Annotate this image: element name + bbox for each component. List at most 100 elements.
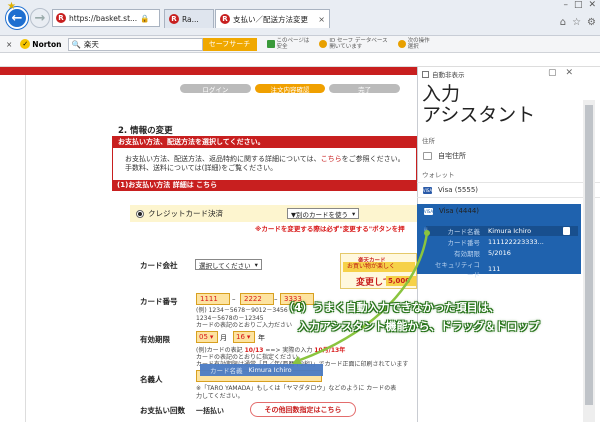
norton-toolbar: × ✓ Norton 🔍 楽天 セーフサーチ このページは 安全 ID セーフ デ… <box>0 36 600 53</box>
tab-rakuten[interactable]: R Ra... <box>164 9 214 28</box>
card-field-key: 有効期限 <box>454 250 480 258</box>
card-field-row[interactable]: セキュリティコード 111 <box>426 259 578 279</box>
card-field-value: 5/2016 <box>488 249 511 257</box>
step-confirm: 注文内容確認 <box>254 84 326 94</box>
norton-search-input[interactable]: 🔍 楽天 <box>67 37 203 51</box>
gear-icon[interactable]: ⚙ <box>587 17 596 28</box>
visa-4444-header: VISA Visa (4444) <box>424 207 479 215</box>
expiry-month-select[interactable]: 05 ▾ <box>196 331 218 343</box>
next-action-icon <box>397 40 406 48</box>
annotation-line2: 入力アシスタント機能から、ドラッグ＆ドロップ <box>298 320 540 333</box>
panel-title-line2: アシスタント <box>422 104 536 126</box>
chevron-down-icon: ▾ <box>209 333 214 341</box>
info-text-a: お支払い方法、配送方法、返品特約に関する詳細については、 <box>125 155 321 163</box>
panel-controls: ▢ ✕ <box>548 68 573 78</box>
norton-next-action[interactable]: 次の操作 選択 <box>397 38 430 50</box>
safe-search-button[interactable]: セーフサーチ <box>202 37 257 51</box>
card-field-value: 111122223333... <box>488 238 544 246</box>
payment-count-label: お支払い回数 <box>140 406 185 415</box>
cardholder-name-label: 名義人 <box>140 375 163 384</box>
norton-safe-status[interactable]: このページは 安全 <box>266 38 309 50</box>
norton-logo: ✓ Norton <box>20 39 62 49</box>
page-header-bar <box>0 67 417 75</box>
annotation-line1: （4）うまく自動入力できなかった項目は、 <box>283 301 500 314</box>
card-field-row[interactable]: カード名義 Kimura Ichiro <box>426 226 578 236</box>
other-installments-button[interactable]: その他回数指定はこちら <box>250 402 356 417</box>
norton-brand: Norton <box>32 39 62 49</box>
tab-close-icon[interactable]: × <box>318 15 325 24</box>
minimize-button[interactable]: – <box>563 0 568 10</box>
payment-info-header: お支払い方法、配送方法を選択してください。 <box>113 137 417 148</box>
norton-close-icon[interactable]: × <box>6 40 12 49</box>
name-hint-2: 力してください。 <box>196 393 244 400</box>
step-login: ログイン <box>180 84 251 94</box>
card-field-row[interactable]: 有効期限 5/2016 <box>426 248 578 258</box>
forward-button[interactable]: → <box>30 8 50 28</box>
payment-method-header: (1)お支払い方法 詳細は こちら <box>112 180 417 191</box>
panel-item-visa-5555[interactable]: VISA Visa (5555) <box>417 182 600 198</box>
card-number-field-1[interactable]: 1111 <box>196 293 230 305</box>
close-window-button[interactable]: ✕ <box>588 0 596 10</box>
progress-steps: ログイン 注文内容確認 完了 <box>180 84 401 94</box>
autohide-checkbox[interactable] <box>422 70 429 78</box>
browser-toolbar-icons: ⌂ ☆ ⚙ <box>560 17 596 28</box>
panel-title-line1: 入力 <box>422 83 461 105</box>
search-icon: 🔍 <box>71 39 81 49</box>
panel-close-button[interactable]: ✕ <box>566 68 574 78</box>
rakuten-favicon: R <box>220 14 230 24</box>
card-number-label: カード番号 <box>140 297 178 306</box>
tab-payment-change[interactable]: R 支払い／配送方法変更 × <box>215 9 330 28</box>
rakuten-favicon: R <box>56 13 66 23</box>
card-company-value: 選択してください <box>199 261 251 270</box>
payment-method-title: (1)お支払い方法 詳細は <box>117 181 194 189</box>
star-icon[interactable]: ☆ <box>572 17 581 28</box>
expiry-label: 有効期限 <box>140 335 170 344</box>
address-bar[interactable]: R https://basket.st... 🔒 <box>52 9 160 27</box>
safe-check-icon <box>266 40 275 48</box>
card-number-field-2[interactable]: 2222 <box>240 293 274 305</box>
details-link[interactable]: こちら <box>321 155 342 163</box>
rakuten-favicon: R <box>169 14 179 24</box>
card-select[interactable]: ▼別のカードを使う ▾ <box>287 208 360 219</box>
credit-card-option[interactable]: クレジットカード決済 <box>130 205 417 222</box>
norton-search-value: 楽天 <box>83 39 99 49</box>
info-text-b: をご参照ください。 <box>341 155 405 163</box>
drag-ghost-key: カード名義 <box>210 367 243 375</box>
norton-item3-line2: 選択 <box>407 44 419 50</box>
tab-label: 支払い／配送方法変更 <box>233 14 308 24</box>
step-complete: 完了 <box>329 84 401 94</box>
home-icon[interactable]: ⌂ <box>560 17 566 28</box>
tab-label: Ra... <box>182 14 199 24</box>
drag-ghost-item[interactable]: カード名義 Kimura Ichiro <box>200 364 323 376</box>
favorites-star-icon[interactable]: ★ <box>7 1 16 12</box>
card-change-warning: ※カードを変更する際は必ず"変更する"ボタンを押 <box>255 225 405 233</box>
expiry-year-unit: 年 <box>258 334 265 342</box>
drag-ghost-value: Kimura Ichiro <box>248 366 292 374</box>
credit-card-label: クレジットカード決済 <box>148 209 223 218</box>
copy-icon[interactable] <box>563 227 570 235</box>
drag-handle-icon[interactable]: ⁞⁞ <box>424 227 428 234</box>
panel-scrollbar-thumb[interactable] <box>585 105 593 405</box>
expiry-hint-d: 10月/13年 <box>314 347 346 354</box>
card-number-dash: – <box>274 295 278 303</box>
card-select-value: ▼別のカードを使う <box>291 210 348 219</box>
credit-card-radio[interactable] <box>136 209 144 218</box>
address-card-icon <box>423 152 432 160</box>
norton-idsafe[interactable]: ID セーフ データベース 開いています <box>319 38 388 50</box>
panel-pin-button[interactable]: ▢ <box>548 68 557 78</box>
card-field-row[interactable]: カード番号 111122223333... <box>426 237 578 247</box>
expiry-month-unit: 月 <box>220 334 227 342</box>
expiry-year-select[interactable]: 16 ▾ <box>233 331 255 343</box>
norton-item1-line2: 安全 <box>276 44 288 50</box>
credit-card-icon: VISA <box>422 186 433 194</box>
chevron-down-icon: ▾ <box>246 333 251 341</box>
payment-method-link[interactable]: こちら <box>196 181 217 189</box>
section-wallet: ウォレット <box>422 171 455 179</box>
expiry-year-value: 16 <box>236 333 245 341</box>
card-field-value: Kimura Ichiro <box>488 227 532 235</box>
card-company-label: カード会社 <box>140 261 178 270</box>
maximize-button[interactable]: □ <box>574 0 583 10</box>
panel-item-home-address[interactable]: 自宅住所 <box>417 148 600 164</box>
card-company-select[interactable]: 選択してください ▾ <box>195 259 262 270</box>
page-title: 2. 情報の変更 <box>118 126 173 136</box>
